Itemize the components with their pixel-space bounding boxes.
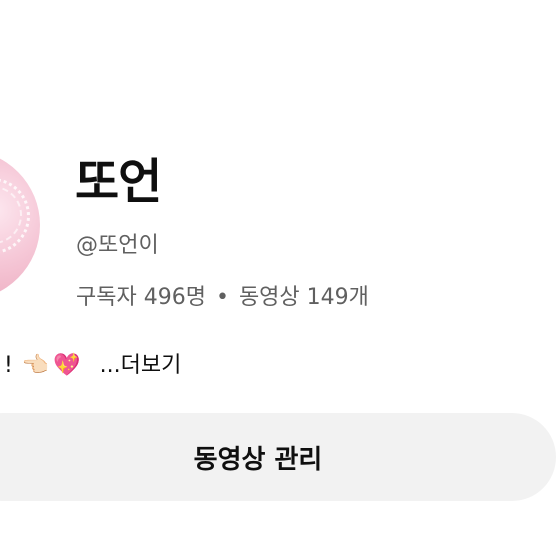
stats-separator: • <box>215 285 229 310</box>
channel-stats: 구독자 496명 • 동영상 149개 <box>76 282 369 314</box>
video-count: 동영상 149개 <box>238 285 369 310</box>
channel-description[interactable]: ! 👈🏻 💖 ...더보기 <box>4 350 181 382</box>
channel-header: 또언 @또언이 구독자 496명 • 동영상 149개 ! 👈🏻 💖 ...더보기 동… <box>0 0 560 560</box>
channel-handle: @또언이 <box>76 233 159 258</box>
description-text: ! <box>4 353 13 378</box>
manage-videos-button[interactable]: 동영상 관리 <box>0 413 556 501</box>
subscriber-count: 구독자 496명 <box>76 285 206 310</box>
sparkling-heart-emoji: 💖 <box>53 353 81 378</box>
channel-avatar[interactable] <box>0 150 40 300</box>
more-link[interactable]: ...더보기 <box>100 353 182 378</box>
pointing-hand-emoji: 👈🏻 <box>21 353 50 378</box>
channel-name: 또언 <box>75 154 162 210</box>
